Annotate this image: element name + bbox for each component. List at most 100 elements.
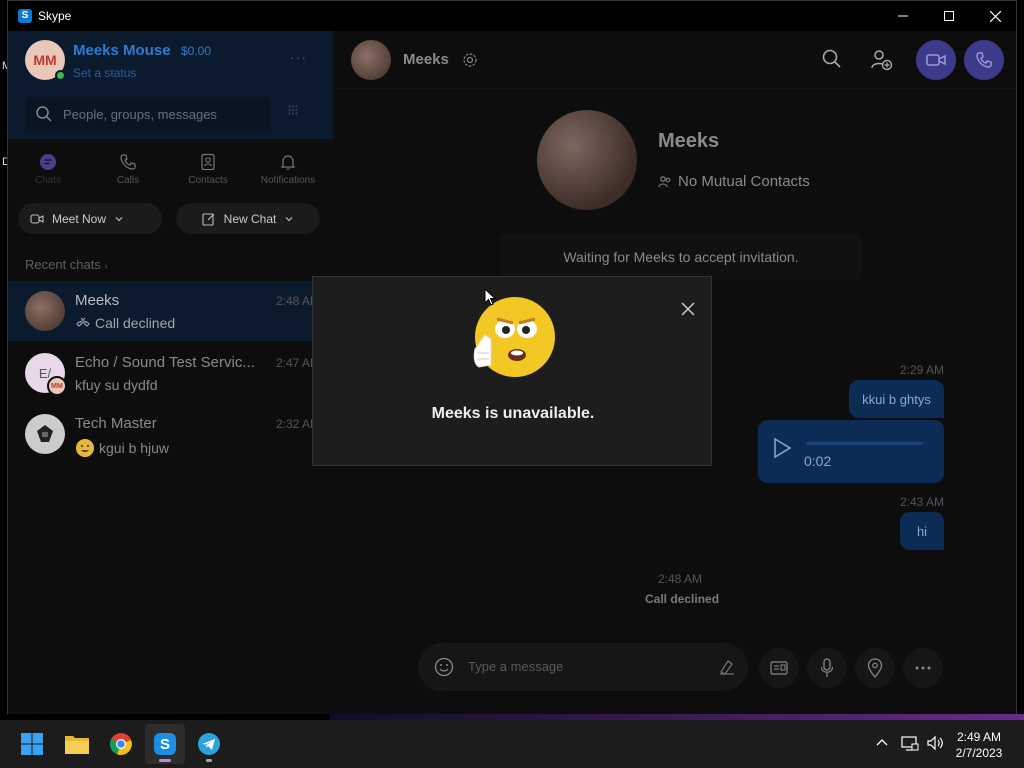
list-item[interactable]: E/ MM Echo / Sound Test Servic... 2:47 A… xyxy=(8,343,326,403)
thumbs-up-emoji-icon xyxy=(473,297,555,377)
minimize-button[interactable] xyxy=(880,1,926,31)
meet-now-button[interactable]: Meet Now xyxy=(18,203,162,234)
running-app-indicator xyxy=(206,759,212,762)
gear-icon[interactable] xyxy=(461,51,479,69)
nav-tabs: Chats Calls Contacts Notifications xyxy=(8,149,333,193)
voice-duration: 0:02 xyxy=(804,453,832,469)
maximize-button[interactable] xyxy=(926,1,972,31)
play-icon[interactable] xyxy=(772,437,792,459)
format-text-icon[interactable] xyxy=(718,658,736,676)
chevron-down-icon xyxy=(115,216,123,221)
voice-message-button[interactable] xyxy=(807,648,847,688)
contacts-icon xyxy=(201,153,215,171)
message-time: 2:29 AM xyxy=(900,363,945,377)
tab-label: Notifications xyxy=(260,175,316,186)
mutual-contacts-text: No Mutual Contacts xyxy=(678,173,810,190)
call-declined-icon xyxy=(76,317,90,327)
profile-name[interactable]: Meeks Mouse xyxy=(73,42,171,59)
new-chat-button[interactable]: New Chat xyxy=(176,203,320,234)
telegram-icon xyxy=(198,733,220,755)
set-status-link[interactable]: Set a status xyxy=(73,66,136,80)
clock-date: 2/7/2023 xyxy=(955,746,1003,760)
search-placeholder: People, groups, messages xyxy=(63,106,217,122)
meet-now-icon xyxy=(30,213,44,224)
tech-avatar-icon xyxy=(37,425,53,442)
search-icon xyxy=(36,106,52,122)
tab-calls[interactable]: Calls xyxy=(88,149,168,193)
contact-profile-name: Meeks xyxy=(658,130,720,152)
taskbar-skype[interactable]: S xyxy=(145,724,185,764)
invitation-status: Waiting for Meeks to accept invitation. xyxy=(500,234,862,280)
skype-logo-icon: S xyxy=(18,9,32,23)
contact-card-icon xyxy=(770,661,788,675)
list-item[interactable]: Tech Master 2:32 AM kgui b hjuw xyxy=(8,404,326,464)
conversation-header: Meeks xyxy=(333,31,1016,89)
more-options-button[interactable] xyxy=(903,648,943,688)
mutual-contacts: No Mutual Contacts xyxy=(658,173,810,190)
active-app-indicator xyxy=(159,759,171,762)
clock-time: 2:49 AM xyxy=(956,730,1002,744)
chat-preview: Call declined xyxy=(75,315,175,331)
phone-icon xyxy=(120,154,136,170)
contact-name[interactable]: Meeks xyxy=(403,51,449,68)
volume-icon[interactable] xyxy=(926,734,944,752)
location-pin-icon xyxy=(867,658,883,678)
emoji-icon[interactable] xyxy=(434,657,454,677)
people-icon xyxy=(658,175,671,187)
tab-contacts[interactable]: Contacts xyxy=(168,149,248,193)
video-call-button[interactable] xyxy=(916,40,956,80)
tab-notifications[interactable]: Notifications xyxy=(248,149,328,193)
voice-message[interactable]: 0:02 xyxy=(758,420,944,483)
minimize-icon xyxy=(898,15,908,17)
start-button[interactable] xyxy=(12,724,52,764)
windows-start-icon xyxy=(21,733,43,755)
chat-preview: kfuy su dydfd xyxy=(75,377,158,393)
more-icon xyxy=(915,666,931,670)
voice-progress-track[interactable] xyxy=(806,442,923,445)
mouse-cursor-icon xyxy=(484,288,496,306)
share-location-button[interactable] xyxy=(855,648,895,688)
audio-call-button[interactable] xyxy=(964,40,1004,80)
online-status-icon xyxy=(55,70,66,81)
maximize-icon xyxy=(944,11,954,21)
unavailable-dialog: Meeks is unavailable. xyxy=(312,276,712,466)
chevron-up-icon[interactable] xyxy=(875,737,889,747)
contact-card-button[interactable] xyxy=(759,648,799,688)
dialpad-icon[interactable] xyxy=(288,105,298,115)
microphone-icon xyxy=(820,658,834,677)
close-icon[interactable] xyxy=(678,299,698,319)
add-person-icon[interactable] xyxy=(869,48,893,72)
message-input[interactable]: Type a message xyxy=(468,659,563,674)
close-window-button[interactable] xyxy=(972,1,1018,31)
message-time: 2:43 AM xyxy=(900,495,945,509)
message-bubble[interactable]: hi xyxy=(900,512,944,550)
chat-preview-text: kfuy su dydfd xyxy=(75,377,158,393)
chat-name: Tech Master xyxy=(75,415,157,432)
search-icon[interactable] xyxy=(821,48,843,70)
chat-preview-text: kgui b hjuw xyxy=(99,440,170,456)
message-bubble[interactable]: kkui b ghtys xyxy=(849,380,944,418)
contact-profile-avatar xyxy=(537,110,637,210)
skype-icon: S xyxy=(154,733,176,755)
list-item[interactable]: Meeks 2:48 AM Call declined xyxy=(8,281,326,341)
phone-icon xyxy=(976,52,992,68)
taskbar-telegram[interactable] xyxy=(189,724,229,764)
network-icon[interactable] xyxy=(901,734,919,752)
taskbar-file-explorer[interactable] xyxy=(57,724,97,764)
skype-credit-balance[interactable]: $0.00 xyxy=(181,44,211,58)
more-options-icon[interactable]: ··· xyxy=(290,49,307,65)
system-clock[interactable]: 2:49 AM 2/7/2023 xyxy=(948,729,1010,761)
avatar xyxy=(25,291,65,331)
message-composer[interactable]: Type a message xyxy=(418,643,748,691)
event-label: Call declined xyxy=(645,592,720,606)
chevron-down-icon xyxy=(285,216,293,221)
chat-preview: kgui b hjuw xyxy=(75,438,169,458)
compose-icon xyxy=(202,212,215,226)
tab-chats[interactable]: Chats xyxy=(8,149,88,193)
search-input[interactable]: People, groups, messages xyxy=(25,97,271,131)
recent-chats-header[interactable]: Recent chats › xyxy=(25,257,108,272)
smile-emoji-icon xyxy=(76,439,94,457)
svg-text:S: S xyxy=(160,736,170,753)
taskbar-chrome[interactable] xyxy=(101,724,141,764)
avatar[interactable] xyxy=(351,40,391,80)
